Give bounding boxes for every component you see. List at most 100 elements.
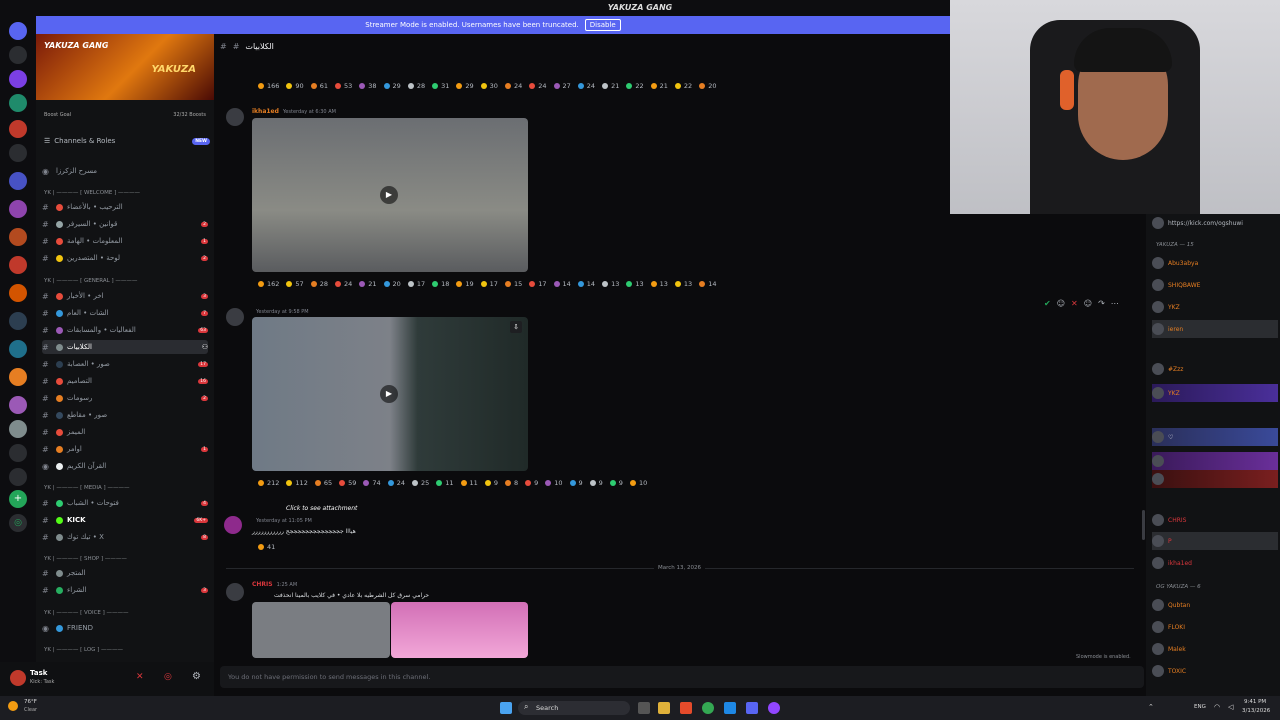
category-log[interactable]: YK | ———— [ LOG ] ———— [44, 647, 123, 653]
server-icon[interactable] [9, 94, 27, 112]
member-item[interactable]: TOXIC [1152, 662, 1278, 680]
reaction-row[interactable]: 162 57 28 24 21 20 17 18 19 17 15 17 14 14 13 13 13 13 14 [258, 280, 723, 288]
windows-start-icon[interactable] [500, 702, 512, 714]
channel-item[interactable]: # الشات • العام 7 [42, 306, 208, 320]
reaction-chip[interactable]: 14 [699, 280, 716, 288]
member-item[interactable]: Malek [1152, 640, 1278, 658]
reaction-chip[interactable]: 24 [529, 82, 547, 90]
reaction-chip[interactable]: 19 [456, 280, 474, 288]
reaction-chip[interactable]: 21 [650, 82, 668, 90]
reaction-chip[interactable]: 9 [484, 479, 498, 487]
reaction-chip[interactable]: 29 [456, 82, 474, 90]
server-icon[interactable] [9, 284, 27, 302]
reaction-chip[interactable]: 9 [609, 479, 623, 487]
reply-icon[interactable]: ↷ [1098, 299, 1105, 308]
channel-item[interactable]: # رسومات 2 [42, 391, 208, 405]
taskbar-search[interactable]: Search [518, 701, 630, 715]
server-icon[interactable] [9, 340, 27, 358]
member-item[interactable]: YKZ [1152, 298, 1278, 316]
avatar[interactable] [226, 108, 244, 126]
reaction-row[interactable]: 166 90 61 53 38 29 28 31 29 30 24 24 27 24 21 22 21 22 20 [258, 82, 723, 90]
reaction-chip[interactable]: 8 [504, 479, 518, 487]
channel-item[interactable]: ◉ القرآن الكريم [42, 459, 208, 473]
check-icon[interactable]: ✔ [1044, 299, 1051, 308]
member-item[interactable]: Qubtan [1152, 596, 1278, 614]
channel-item[interactable]: # صور • مقاطع [42, 408, 208, 422]
server-icon[interactable] [9, 396, 27, 414]
avatar[interactable] [224, 516, 242, 534]
image-attachment[interactable] [252, 602, 390, 658]
server-icon[interactable] [9, 46, 27, 64]
reaction-chip[interactable]: 13 [650, 280, 668, 288]
reaction-chip[interactable]: 14 [577, 280, 595, 288]
weather-temp[interactable]: 76°F [24, 699, 37, 705]
reaction-chip[interactable]: 17 [407, 280, 425, 288]
channel-item[interactable]: # المعلومات • الهامة 1 [42, 234, 208, 248]
reaction-chip[interactable]: 10 [545, 479, 563, 487]
reaction-chip[interactable]: 20 [699, 82, 716, 90]
server-icon[interactable] [9, 228, 27, 246]
reaction-chip[interactable]: 17 [529, 280, 547, 288]
reaction-chip[interactable]: 9 [589, 479, 603, 487]
member-item[interactable] [1152, 452, 1278, 470]
reaction-chip[interactable]: 13 [626, 280, 644, 288]
reaction-chip[interactable]: 29 [383, 82, 401, 90]
reaction-chip[interactable]: 9 [569, 479, 583, 487]
image-attachment[interactable] [391, 602, 528, 658]
deafen-icon[interactable]: ◎ [164, 672, 172, 682]
message-author[interactable]: CHRIS 1:25 AM [252, 581, 297, 588]
chevron-up-icon[interactable]: ⌃ [1148, 703, 1154, 711]
channel-item[interactable]: # KICK 6K+ [42, 513, 208, 527]
video-attachment[interactable]: ▶ [252, 118, 528, 272]
channel-item[interactable]: # اخر • الأخبار 3 [42, 289, 208, 303]
channel-item[interactable]: # قوانين • السيرفر 2 [42, 217, 208, 231]
member-item[interactable]: FLOKI [1152, 618, 1278, 636]
message-composer[interactable]: You do not have permission to send messa… [220, 666, 1144, 688]
message-author[interactable]: Yesterday at 9:58 PM [252, 308, 309, 315]
reaction-chip[interactable]: 53 [334, 82, 352, 90]
reaction-chip[interactable]: 9 [525, 479, 538, 487]
channel-item[interactable]: # الميمز [42, 425, 208, 439]
channel-item[interactable]: # صور • العصابة 17 [42, 357, 208, 371]
server-icon[interactable] [9, 256, 27, 274]
member-item[interactable]: SHIQBAWE [1152, 276, 1278, 294]
reaction-chip[interactable]: 57 [286, 280, 304, 288]
disable-button[interactable]: Disable [584, 19, 621, 31]
reaction-chip[interactable]: 22 [674, 82, 692, 90]
server-icon[interactable] [9, 368, 27, 386]
reaction-chip[interactable]: 28 [407, 82, 425, 90]
reaction-chip[interactable]: 24 [577, 82, 595, 90]
play-icon[interactable]: ▶ [380, 186, 398, 204]
member-item[interactable]: Abu3abya [1152, 254, 1278, 272]
category-media[interactable]: YK | ———— [ MEDIA ] ———— [44, 485, 129, 491]
reaction-chip[interactable]: 21 [602, 82, 619, 90]
server-icon[interactable] [9, 312, 27, 330]
server-icon[interactable] [9, 144, 27, 162]
reaction-chip[interactable]: 11 [436, 479, 454, 487]
reaction-chip[interactable]: 65 [314, 479, 332, 487]
channel-item[interactable]: # التصاميم 16 [42, 374, 208, 388]
chrome-icon[interactable] [702, 702, 714, 714]
reaction-add-icon[interactable]: ☺ [1084, 299, 1092, 308]
obs-icon[interactable] [768, 702, 780, 714]
member-item[interactable]: YKZ [1152, 384, 1278, 402]
reaction-chip[interactable]: 74 [363, 479, 381, 487]
avatar[interactable] [10, 670, 26, 686]
category-voice[interactable]: YK | ———— [ VOICE ] ———— [44, 610, 129, 616]
reaction-chip[interactable]: 28 [310, 280, 328, 288]
member-item[interactable]: https://kick.com/ogshuwi [1152, 214, 1278, 232]
channel-item[interactable]: # تيك توك • X 8 [42, 530, 208, 544]
server-icon[interactable] [9, 120, 27, 138]
member-item[interactable]: ♡ [1152, 428, 1278, 446]
reaction-chip[interactable]: 17 [480, 280, 498, 288]
channel-item[interactable]: # لوحة • المتصدرين 2 [42, 251, 208, 265]
add-member-icon[interactable]: ⚇ [202, 343, 208, 351]
language-indicator[interactable]: ENG [1194, 704, 1206, 710]
reaction-chip[interactable]: 24 [504, 82, 522, 90]
category-welcome[interactable]: YK | ———— [ WELCOME ] ———— [44, 190, 140, 196]
reaction-chip[interactable]: 18 [432, 280, 449, 288]
reaction-chip[interactable]: 61 [310, 82, 328, 90]
channels-roles-button[interactable]: ☰ Channels & Roles NEW [44, 134, 210, 148]
reaction-chip[interactable]: 59 [339, 479, 356, 487]
reaction-chip[interactable]: 90 [286, 82, 304, 90]
